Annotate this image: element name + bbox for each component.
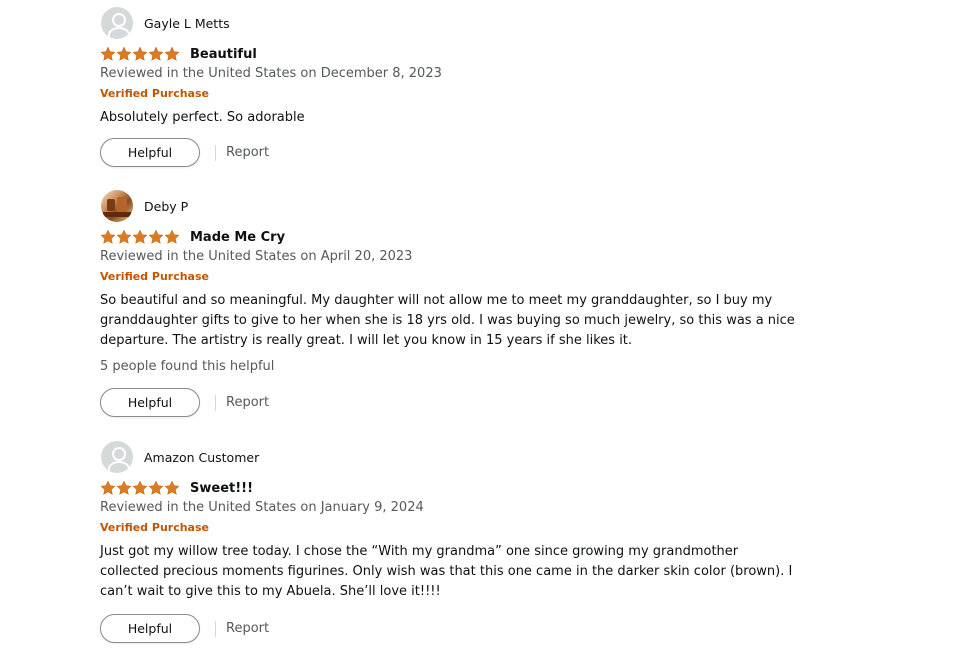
review-body-line: granddaughter gifts to give to her when …: [100, 313, 795, 328]
review-title[interactable]: Sweet!!!: [190, 481, 253, 496]
review-date: Reviewed in the United States on Decembe…: [100, 66, 442, 81]
verified-purchase-badge[interactable]: Verified Purchase: [100, 521, 800, 537]
star-icon: [100, 480, 116, 495]
review-actions: Helpful Report: [100, 614, 800, 643]
star-icon: [148, 46, 164, 61]
reviewer-name[interactable]: Gayle L Metts: [144, 16, 230, 31]
verified-purchase-badge[interactable]: Verified Purchase: [100, 270, 800, 286]
star-icon: [132, 480, 148, 495]
review-title[interactable]: Beautiful: [190, 47, 257, 62]
star-icon: [100, 46, 116, 61]
star-icon: [164, 480, 180, 495]
divider: [215, 394, 216, 411]
star-rating[interactable]: [100, 480, 180, 496]
reviewer-name[interactable]: Amazon Customer: [144, 450, 259, 465]
helpful-button[interactable]: Helpful: [100, 614, 200, 643]
review-body: Just got my willow tree today. I chose t…: [100, 542, 800, 602]
reviews-page: Gayle L Metts Beautiful Reviewed in the …: [0, 0, 962, 655]
star-icon: [116, 46, 132, 61]
star-icon: [100, 229, 116, 244]
star-icon: [148, 229, 164, 244]
report-link[interactable]: Report: [226, 395, 269, 410]
verified-purchase-badge[interactable]: Verified Purchase: [100, 87, 800, 103]
report-link[interactable]: Report: [226, 145, 269, 160]
review-actions: Helpful Report: [100, 138, 800, 167]
star-icon: [164, 46, 180, 61]
divider: [215, 144, 216, 161]
star-rating[interactable]: [100, 229, 180, 245]
star-icon: [148, 480, 164, 495]
divider: [215, 620, 216, 637]
helpful-button[interactable]: Helpful: [100, 388, 200, 417]
default-avatar-icon: [101, 441, 133, 473]
default-avatar-icon: [101, 7, 133, 39]
profile-photo-avatar: [101, 190, 133, 222]
review-body: Absolutely perfect. So adorable: [100, 108, 800, 128]
helpful-count: 5 people found this helpful: [100, 359, 275, 374]
star-icon: [132, 229, 148, 244]
star-rating[interactable]: [100, 46, 180, 62]
review-title[interactable]: Made Me Cry: [190, 230, 285, 245]
review-date: Reviewed in the United States on January…: [100, 500, 424, 515]
review-body-line: Just got my willow tree today. I chose t…: [100, 544, 739, 559]
review-body-line: can’t wait to give this to my Abuela. Sh…: [100, 584, 441, 599]
reviewer-profile[interactable]: Deby P: [100, 190, 800, 222]
review-date: Reviewed in the United States on April 2…: [100, 249, 413, 264]
reviewer-profile[interactable]: Amazon Customer: [100, 441, 800, 473]
star-icon: [164, 229, 180, 244]
review-card: Amazon Customer Sweet!!! Reviewed in the…: [100, 441, 800, 643]
reviewer-name[interactable]: Deby P: [144, 199, 188, 214]
star-icon: [116, 229, 132, 244]
reviewer-profile[interactable]: Gayle L Metts: [100, 7, 800, 39]
review-body-line: So beautiful and so meaningful. My daugh…: [100, 293, 773, 308]
review-actions: Helpful Report: [100, 388, 800, 417]
review-card: Gayle L Metts Beautiful Reviewed in the …: [100, 7, 800, 167]
review-body-line: collected precious moments figurines. On…: [100, 564, 793, 579]
review-card: Deby P Made Me Cry Reviewed in the Unite…: [100, 190, 800, 417]
star-icon: [116, 480, 132, 495]
star-icon: [132, 46, 148, 61]
review-body: So beautiful and so meaningful. My daugh…: [100, 291, 800, 351]
report-link[interactable]: Report: [226, 621, 269, 636]
review-body-line: departure. The artistry is really great.…: [100, 333, 633, 348]
helpful-button[interactable]: Helpful: [100, 138, 200, 167]
review-body-line: Absolutely perfect. So adorable: [100, 110, 305, 125]
